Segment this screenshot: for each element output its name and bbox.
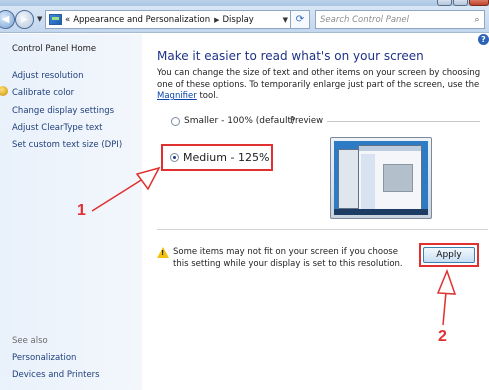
annotation-arrow-2-shaft — [442, 291, 447, 326]
annotation-arrow-1-shaft — [91, 176, 147, 212]
annotation-marker-1: 1 — [77, 202, 86, 219]
annotation-arrows — [91, 166, 457, 326]
annotation-arrow-2-head — [436, 268, 457, 295]
annotation-marker-2: 2 — [438, 328, 447, 345]
annotation-arrow-1-head — [135, 166, 161, 191]
